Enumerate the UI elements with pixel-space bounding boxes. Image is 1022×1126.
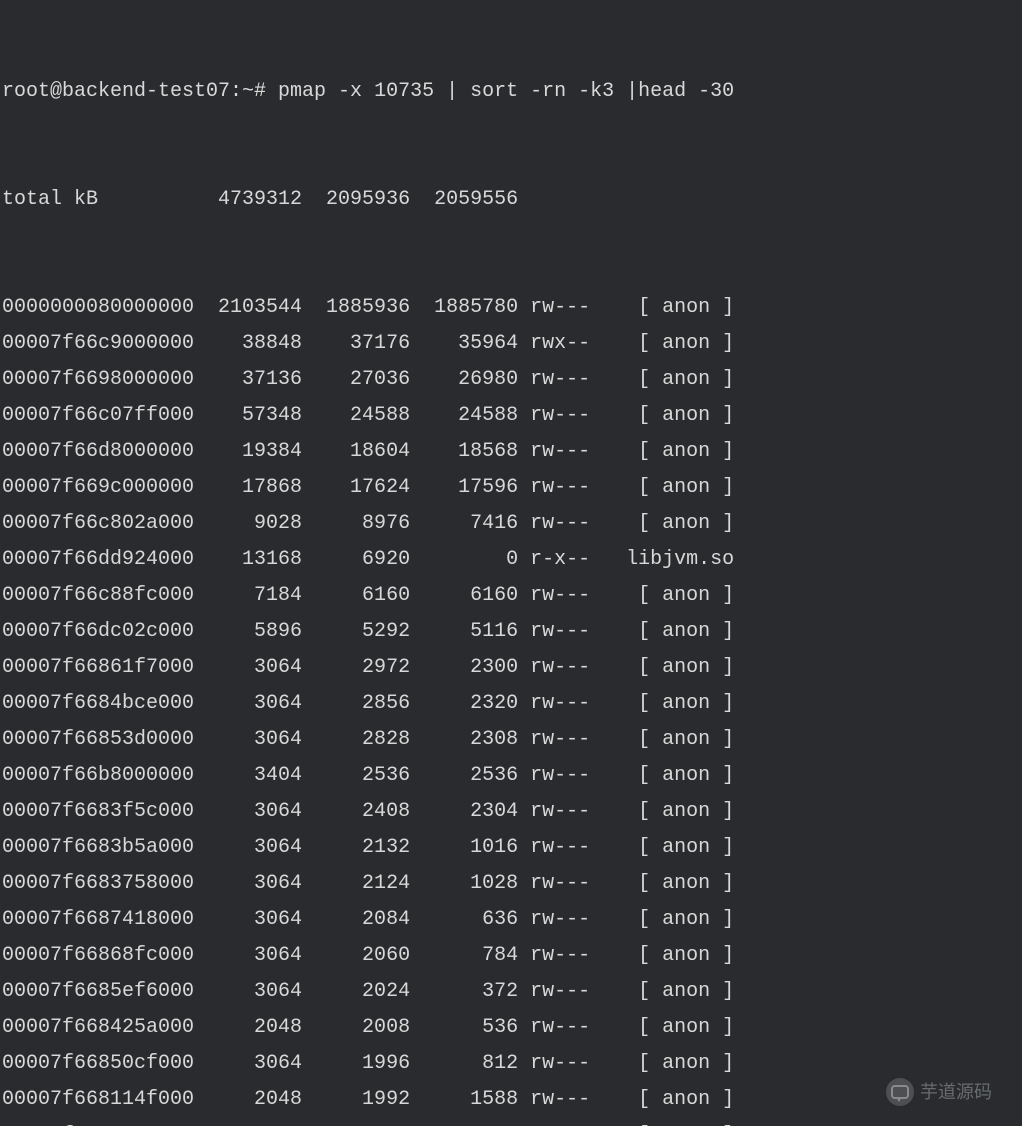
memory-map-row: 00007f6683758000 3064 2124 1028 rw--- [ … — [2, 866, 1022, 902]
memory-map-row: 00007f66850cf000 3064 1996 812 rw--- [ a… — [2, 1046, 1022, 1082]
memory-map-row: 00007f6685ef6000 3064 2024 372 rw--- [ a… — [2, 974, 1022, 1010]
memory-map-row: 00007f66c9000000 38848 37176 35964 rwx--… — [2, 326, 1022, 362]
memory-map-row: 00007f66848c5000 2048 1976 492 rw--- [ a… — [2, 1118, 1022, 1126]
memory-map-row: 00007f6684bce000 3064 2856 2320 rw--- [ … — [2, 686, 1022, 722]
memory-map-row: 00007f6683f5c000 3064 2408 2304 rw--- [ … — [2, 794, 1022, 830]
shell-command: pmap -x 10735 | sort -rn -k3 |head -30 — [278, 80, 734, 103]
watermark: 芋道源码 — [886, 1076, 992, 1108]
wechat-icon — [886, 1078, 914, 1106]
memory-map-row: 00007f66dd924000 13168 6920 0 r-x-- libj… — [2, 542, 1022, 578]
prompt-line: root@backend-test07:~# pmap -x 10735 | s… — [2, 74, 1022, 110]
memory-map-row: 00007f66dc02c000 5896 5292 5116 rw--- [ … — [2, 614, 1022, 650]
memory-map-row: 00007f66c07ff000 57348 24588 24588 rw---… — [2, 398, 1022, 434]
watermark-text: 芋道源码 — [920, 1076, 992, 1108]
memory-map-row: 00007f66c802a000 9028 8976 7416 rw--- [ … — [2, 506, 1022, 542]
shell-prompt: root@backend-test07:~# — [2, 80, 278, 103]
memory-map-row: 00007f6683b5a000 3064 2132 1016 rw--- [ … — [2, 830, 1022, 866]
memory-map-row: 00007f66c88fc000 7184 6160 6160 rw--- [ … — [2, 578, 1022, 614]
memory-map-row: 00007f669c000000 17868 17624 17596 rw---… — [2, 470, 1022, 506]
memory-map-row: 00007f66861f7000 3064 2972 2300 rw--- [ … — [2, 650, 1022, 686]
memory-map-row: 00007f66d8000000 19384 18604 18568 rw---… — [2, 434, 1022, 470]
total-line: total kB 4739312 2095936 2059556 — [2, 182, 1022, 218]
memory-map-row: 00007f668114f000 2048 1992 1588 rw--- [ … — [2, 1082, 1022, 1118]
memory-map-row: 00007f6698000000 37136 27036 26980 rw---… — [2, 362, 1022, 398]
memory-map-rows: 0000000080000000 2103544 1885936 1885780… — [2, 290, 1022, 1126]
memory-map-row: 00007f66b8000000 3404 2536 2536 rw--- [ … — [2, 758, 1022, 794]
memory-map-row: 00007f6687418000 3064 2084 636 rw--- [ a… — [2, 902, 1022, 938]
terminal-output[interactable]: root@backend-test07:~# pmap -x 10735 | s… — [0, 0, 1022, 1126]
memory-map-row: 0000000080000000 2103544 1885936 1885780… — [2, 290, 1022, 326]
memory-map-row: 00007f66853d0000 3064 2828 2308 rw--- [ … — [2, 722, 1022, 758]
memory-map-row: 00007f66868fc000 3064 2060 784 rw--- [ a… — [2, 938, 1022, 974]
memory-map-row: 00007f668425a000 2048 2008 536 rw--- [ a… — [2, 1010, 1022, 1046]
